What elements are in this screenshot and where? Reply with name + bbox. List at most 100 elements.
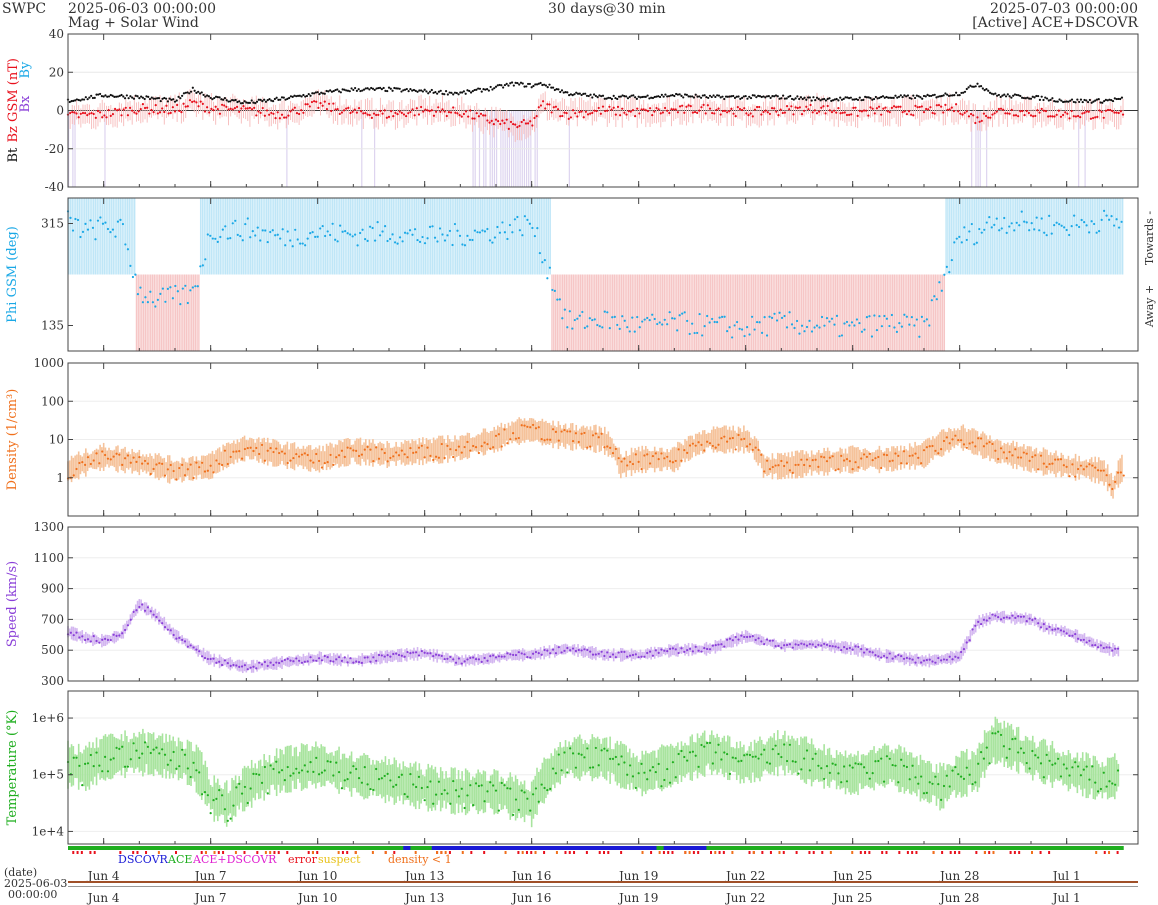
phi-toward-shade: [126, 198, 129, 275]
phi-point: [736, 320, 739, 324]
phi-point: [823, 324, 826, 327]
speed-point: [386, 654, 389, 657]
bz-point: [1051, 115, 1054, 118]
speed-point: [840, 648, 843, 652]
density-point: [229, 455, 232, 459]
phi-point: [795, 319, 799, 323]
density-point: [643, 454, 646, 457]
phi-away-shade: [840, 274, 842, 351]
bz-point: [272, 112, 275, 115]
bt-point: [812, 96, 815, 99]
density-point: [737, 433, 740, 437]
phi-away-shade: [551, 274, 553, 351]
bz-point: [445, 114, 448, 118]
speed-point: [392, 652, 395, 656]
phi-toward-shade: [326, 198, 328, 275]
speed-point: [888, 652, 891, 655]
phi-point: [953, 241, 956, 244]
phi-toward-shade: [476, 198, 478, 275]
phi-toward-shade: [394, 198, 396, 275]
bz-point: [1068, 117, 1071, 120]
phi-toward-shade: [417, 198, 419, 275]
mag-ytick-label: 0: [56, 104, 64, 118]
phi-point: [943, 273, 946, 276]
density-point: [523, 424, 526, 427]
speed-point: [123, 628, 127, 632]
phi-toward-shade: [1109, 198, 1111, 275]
speed-point: [69, 631, 72, 634]
phi-point: [171, 297, 174, 300]
speed-point: [537, 652, 540, 655]
bz-point: [161, 107, 164, 110]
phi-point: [576, 317, 579, 320]
density-point: [146, 462, 149, 465]
phi-away-shade: [171, 274, 173, 351]
density-point: [580, 432, 583, 435]
bz-point: [533, 116, 536, 120]
phi-away-shade: [784, 274, 787, 351]
phi-point: [181, 287, 184, 290]
bt-point: [769, 96, 772, 99]
speed-point: [546, 649, 549, 652]
speed-point: [1074, 632, 1077, 636]
bt-point: [259, 98, 262, 101]
speed-point: [141, 603, 144, 606]
bz-point: [905, 113, 908, 116]
phi-toward-shade: [335, 198, 337, 275]
bz-point: [293, 106, 296, 109]
density-point: [357, 454, 361, 458]
phi-toward-shade: [1066, 198, 1069, 275]
phi-away-shade: [167, 274, 170, 351]
density-point: [740, 438, 743, 441]
density-point: [683, 449, 686, 452]
bz-point: [131, 109, 134, 112]
speed-point: [811, 643, 814, 646]
bt-point: [1045, 97, 1049, 100]
bt-point: [478, 87, 482, 90]
speed-point: [303, 660, 306, 663]
density-point: [717, 443, 720, 446]
phi-toward-shade: [360, 198, 362, 275]
phi-toward-shade: [130, 198, 132, 275]
density-point: [235, 450, 238, 453]
bz-point: [141, 103, 144, 106]
bt-point: [792, 98, 795, 101]
phi-away-shade: [574, 274, 576, 351]
speed-point: [574, 649, 577, 653]
phi-away-shade: [622, 274, 625, 351]
speed-point: [968, 639, 971, 642]
phi-away-shade: [931, 274, 933, 351]
bz-point: [263, 114, 266, 117]
bz-point: [1087, 110, 1090, 113]
bz-point: [869, 106, 872, 109]
bt-point: [348, 90, 351, 93]
phi-toward-shade: [374, 198, 377, 275]
phi-toward-shade: [478, 198, 480, 275]
phi-toward-shade: [1048, 198, 1051, 275]
speed-point: [312, 659, 315, 662]
speed-point: [948, 655, 951, 658]
phi-away-shade: [831, 274, 833, 351]
density-point: [754, 446, 757, 449]
bz-point: [327, 102, 331, 105]
density-point: [500, 445, 503, 448]
phi-toward-shade: [1000, 198, 1003, 275]
phi-point: [1115, 218, 1118, 221]
density-point: [814, 458, 817, 461]
phi-toward-shade: [221, 198, 223, 275]
phi-away-shade: [756, 274, 758, 351]
density-point: [563, 428, 566, 432]
speed-point: [232, 663, 235, 667]
bz-point: [349, 111, 352, 115]
phi-point: [1043, 231, 1046, 234]
density-point: [89, 462, 92, 466]
density-point: [392, 455, 395, 458]
bt-point: [398, 87, 401, 90]
phi-away-shade: [191, 274, 193, 351]
bz-point: [1034, 114, 1037, 118]
phi-point: [913, 324, 916, 327]
phi-toward-shade: [340, 198, 343, 275]
phi-toward-shade: [1075, 198, 1077, 275]
phi-away-shade: [654, 274, 657, 351]
phi-toward-shade: [290, 198, 293, 275]
